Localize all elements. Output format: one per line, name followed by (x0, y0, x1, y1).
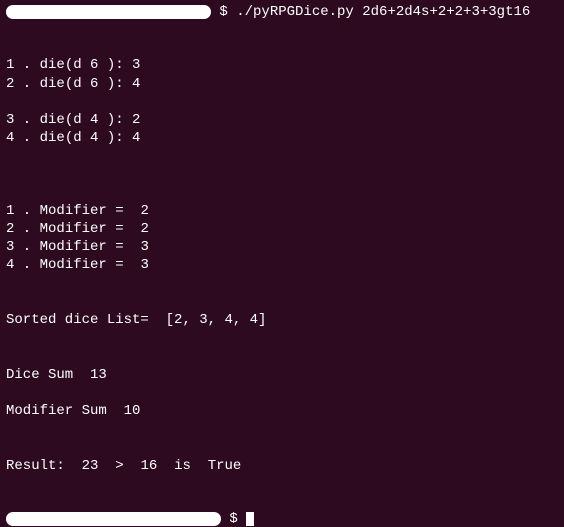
die-roll-output: 2 . die(d 6 ): 4 (6, 75, 558, 93)
die-roll-output: 3 . die(d 4 ): 2 (6, 111, 558, 129)
command-text: ./pyRPGDice.py 2d6+2d4s+2+2+3+3gt16 (236, 4, 530, 20)
modifier-output: 2 . Modifier = 2 (6, 220, 558, 238)
terminal-cursor (246, 512, 254, 526)
redacted-user-host (6, 512, 221, 526)
die-roll-output: 4 . die(d 4 ): 4 (6, 129, 558, 147)
command-line: $ ./pyRPGDice.py 2d6+2d4s+2+2+3+3gt16 (6, 4, 558, 20)
sorted-list-output: Sorted dice List= [2, 3, 4, 4] (6, 311, 558, 329)
prompt-symbol: $ (221, 511, 246, 527)
result-output: Result: 23 > 16 is True (6, 457, 558, 475)
die-roll-output: 1 . die(d 6 ): 3 (6, 56, 558, 74)
dice-sum-output: Dice Sum 13 (6, 366, 558, 384)
modifier-output: 3 . Modifier = 3 (6, 238, 558, 256)
modifier-output: 4 . Modifier = 3 (6, 256, 558, 274)
redacted-user-host (6, 5, 211, 19)
modifier-output: 1 . Modifier = 2 (6, 202, 558, 220)
prompt-symbol: $ ./pyRPGDice.py 2d6+2d4s+2+2+3+3gt16 (211, 4, 530, 20)
next-prompt-line[interactable]: $ (6, 511, 558, 527)
modifier-sum-output: Modifier Sum 10 (6, 402, 558, 420)
